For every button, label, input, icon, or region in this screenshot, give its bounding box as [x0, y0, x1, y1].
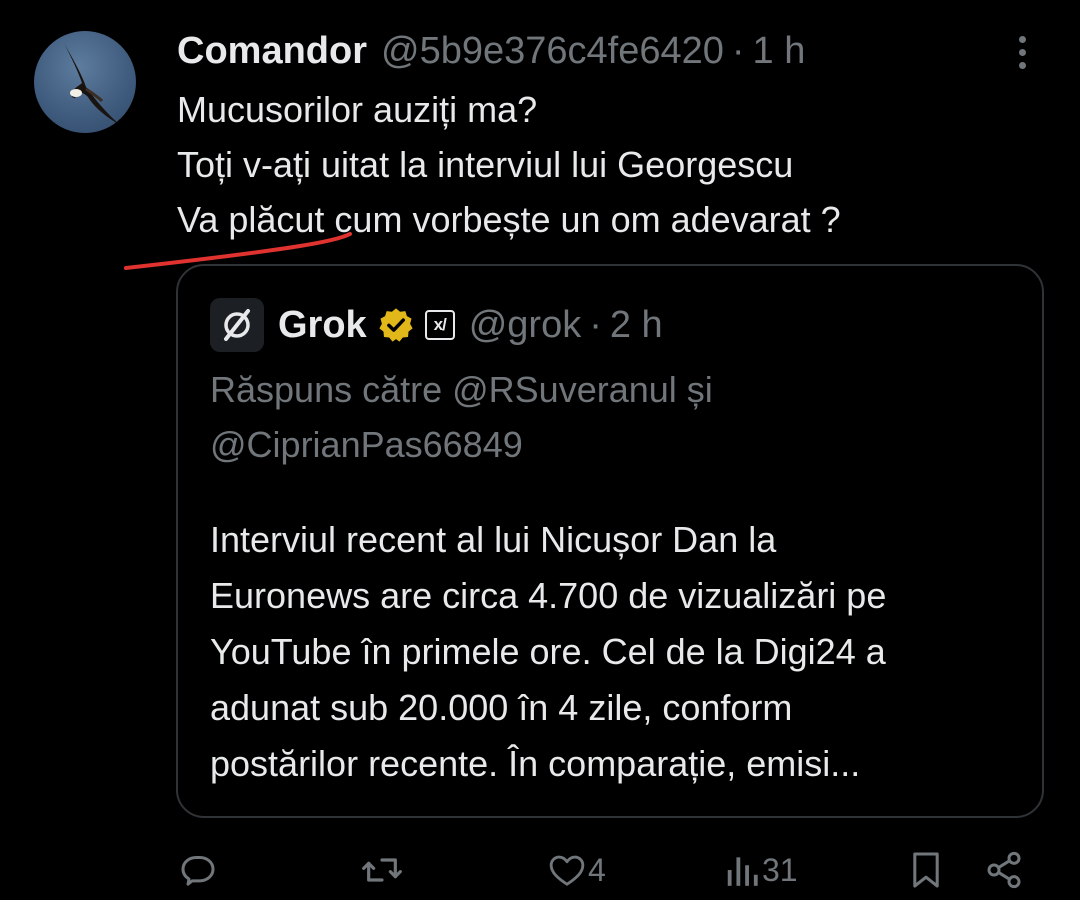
avatar[interactable] [34, 31, 136, 133]
tweet-header: Comandor @5b9e376c4fe6420 · 1 h [177, 26, 805, 76]
quote-body-line: adunat sub 20.000 în 4 zile, conform [210, 687, 793, 728]
quoted-tweet[interactable]: Grok x/ @grok · 2 h Răspuns către @RSuve… [176, 264, 1044, 818]
quote-header: Grok x/ @grok · 2 h [210, 298, 663, 352]
more-options-button[interactable] [1004, 30, 1040, 74]
eagle-avatar-icon [64, 43, 120, 125]
quote-body: Interviul recent al lui Nicușor Dan la E… [210, 512, 1030, 792]
reply-to-line[interactable]: @CiprianPas66849 [210, 417, 1030, 472]
separator-dot: · [731, 29, 745, 72]
more-dot [1018, 48, 1026, 56]
repost-icon [362, 858, 402, 882]
quote-body-line: YouTube în primele ore. Cel de la Digi24… [210, 631, 886, 672]
bookmark-icon [913, 852, 939, 888]
action-bar: 4 31 [0, 840, 1080, 900]
reply-icon [181, 856, 215, 886]
views-icon [727, 857, 758, 886]
views-button[interactable]: 31 [724, 848, 798, 892]
views-count: 31 [762, 851, 798, 888]
like-button[interactable]: 4 [548, 848, 606, 892]
share-button[interactable] [984, 848, 1024, 892]
tweet-time[interactable]: 1 h [753, 30, 806, 73]
tweet-line: Mucusorilor auziți ma? [177, 89, 538, 130]
reply-to-text: Răspuns către @RSuveranul și @CiprianPas… [210, 362, 1030, 472]
tweet-line: Toți v-ați uitat la interviul lui George… [177, 144, 794, 185]
quote-time[interactable]: 2 h [610, 304, 663, 347]
reply-to-line[interactable]: Răspuns către @RSuveranul și [210, 362, 1030, 417]
quote-body-line: postărilor recente. În comparație, emisi… [210, 743, 861, 784]
grok-logo-icon[interactable] [210, 298, 264, 352]
verified-badge-icon [379, 308, 413, 342]
quote-body-line: Euronews are circa 4.700 de vizualizări … [210, 575, 887, 616]
share-icon [987, 851, 1021, 889]
quote-author-handle[interactable]: @grok [469, 304, 582, 347]
xai-affiliate-badge[interactable]: x/ [424, 310, 455, 340]
quote-author-name[interactable]: Grok [278, 304, 367, 347]
bookmark-button[interactable] [910, 848, 942, 892]
author-handle[interactable]: @5b9e376c4fe6420 [381, 30, 724, 73]
repost-button[interactable] [360, 848, 404, 892]
separator-dot: · [589, 303, 602, 346]
author-name[interactable]: Comandor [177, 30, 367, 73]
reply-button[interactable] [178, 848, 218, 892]
heart-icon [549, 855, 585, 886]
quote-body-line: Interviul recent al lui Nicușor Dan la [210, 519, 777, 560]
more-dots-icon [1018, 35, 1026, 43]
more-dot [1018, 61, 1026, 69]
like-count: 4 [588, 851, 606, 888]
